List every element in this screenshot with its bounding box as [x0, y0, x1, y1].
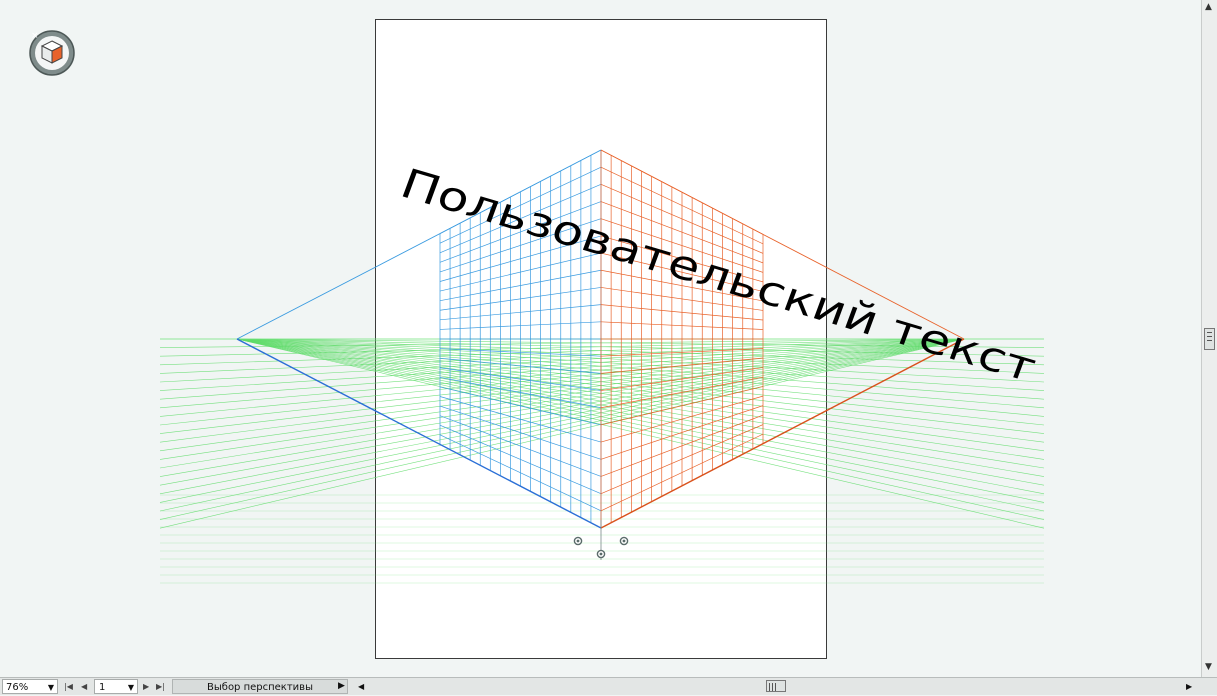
scroll-left-icon[interactable]: ◀: [358, 679, 364, 694]
status-bar: 76% ▼ |◀ ◀ 1 ▼ ▶ ▶| Выбор перспективы ▶ …: [0, 677, 1217, 695]
first-page-icon[interactable]: |◀: [64, 679, 73, 694]
play-right-icon[interactable]: ▶: [338, 679, 345, 694]
perspective-text[interactable]: Пользовательский текст: [395, 159, 1043, 391]
perspective-text-group[interactable]: Пользовательский текст: [395, 159, 1043, 391]
prev-page-icon[interactable]: ◀: [81, 679, 87, 694]
svg-text:×: ×: [31, 31, 39, 41]
page-select[interactable]: 1 ▼: [94, 679, 138, 694]
scroll-down-icon[interactable]: ▼: [1205, 662, 1212, 672]
vertical-scrollbar[interactable]: ▲ ▼: [1201, 0, 1217, 677]
status-text[interactable]: Выбор перспективы: [172, 679, 348, 694]
vertical-scroll-thumb[interactable]: [1204, 328, 1215, 350]
last-page-icon[interactable]: ▶|: [156, 679, 165, 694]
perspective-grid[interactable]: Пользовательский текст: [0, 0, 1201, 677]
next-page-icon[interactable]: ▶: [143, 679, 149, 694]
right-plane-grid: [600, 149, 764, 529]
scroll-up-icon[interactable]: ▲: [1205, 2, 1212, 12]
ground-plane-grid: [159, 338, 1045, 584]
zoom-value: 76%: [6, 682, 29, 693]
canvas-area[interactable]: Пользовательский текст ×: [0, 0, 1201, 677]
zoom-select[interactable]: 76% ▼: [2, 679, 58, 694]
perspective-grid-widget-icon[interactable]: ×: [28, 29, 76, 77]
scroll-right-icon[interactable]: ▶: [1186, 679, 1192, 694]
chevron-down-icon[interactable]: ▼: [128, 680, 134, 695]
page-value: 1: [99, 682, 106, 693]
horizontal-scrollbar[interactable]: ◀ ▶: [356, 679, 1201, 694]
horizontal-scroll-thumb[interactable]: [766, 680, 786, 692]
chevron-down-icon[interactable]: ▼: [48, 680, 54, 695]
